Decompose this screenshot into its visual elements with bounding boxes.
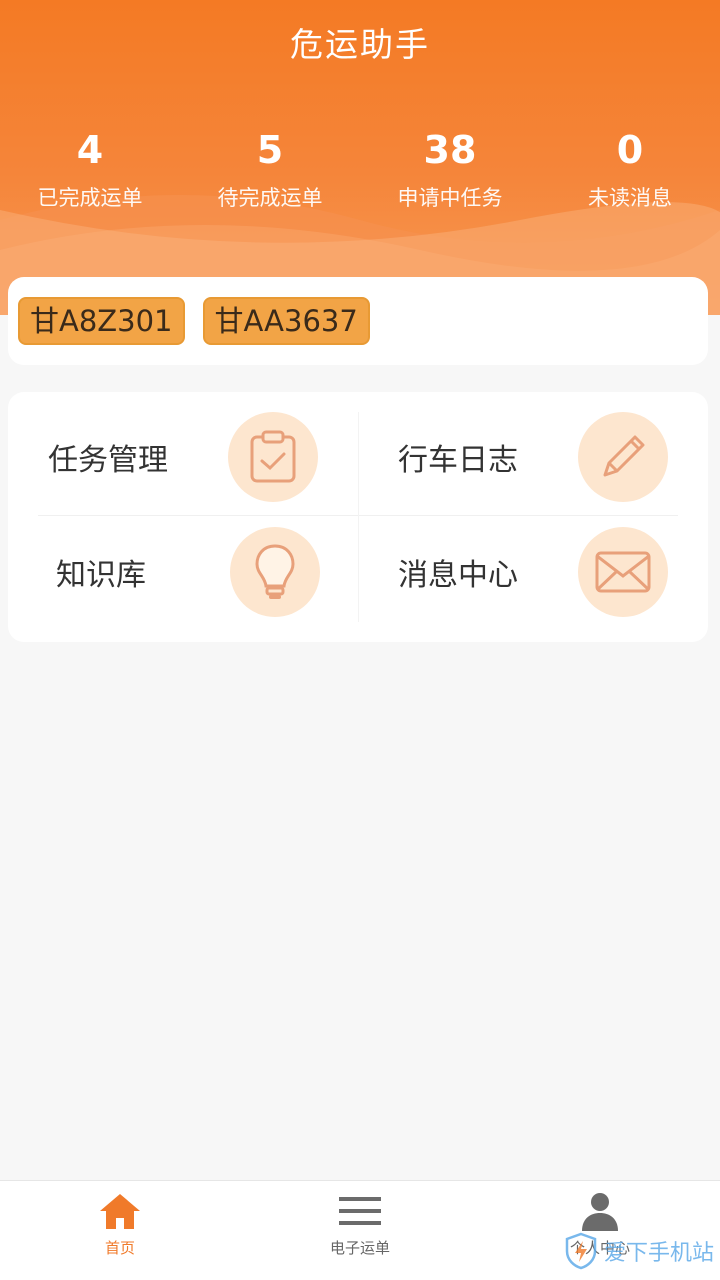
shield-bolt-icon (565, 1232, 597, 1270)
feature-label: 任务管理 (48, 443, 168, 478)
stat-label: 未读消息 (588, 186, 672, 210)
feature-label: 消息中心 (398, 558, 518, 593)
plate-badge[interactable]: 甘A8Z301 (18, 297, 185, 345)
feature-task-management[interactable]: 任务管理 (8, 397, 358, 517)
home-icon (100, 1194, 140, 1229)
feature-grid: 任务管理 行车日志 知识库 消息中心 (8, 392, 708, 642)
feature-label: 行车日志 (398, 443, 518, 478)
stat-value: 4 (76, 128, 104, 172)
lightbulb-icon (230, 527, 320, 617)
nav-label: 电子运单 (329, 1239, 390, 1257)
pencil-icon (578, 412, 668, 502)
feature-label: 知识库 (56, 558, 146, 593)
person-icon (582, 1193, 618, 1231)
stats-row: 4 已完成运单 5 待完成运单 38 申请中任务 0 未读消息 (0, 128, 720, 212)
stat-unread-messages[interactable]: 0 未读消息 (540, 128, 720, 212)
nav-item-home[interactable]: 首页 (0, 1181, 240, 1280)
stat-value: 38 (423, 128, 477, 172)
page-title: 危运助手 (290, 25, 430, 64)
stat-completed-orders[interactable]: 4 已完成运单 (0, 128, 180, 212)
feature-driving-log[interactable]: 行车日志 (358, 397, 708, 517)
stat-applying-tasks[interactable]: 38 申请中任务 (360, 128, 540, 212)
watermark-text: 爱下手机站 (603, 1241, 714, 1266)
stat-label: 待完成运单 (217, 186, 323, 210)
plate-badge[interactable]: 甘AA3637 (202, 297, 370, 345)
nav-item-e-waybill[interactable]: 电子运单 (240, 1181, 480, 1280)
feature-message-center[interactable]: 消息中心 (358, 512, 708, 632)
clipboard-check-icon (228, 412, 318, 502)
stat-value: 0 (616, 128, 644, 172)
watermark: 爱下手机站 (564, 1232, 714, 1270)
stat-pending-orders[interactable]: 5 待完成运单 (180, 128, 360, 212)
feature-knowledge-base[interactable]: 知识库 (8, 512, 358, 632)
header: 危运助手 4 已完成运单 5 待完成运单 38 申请中任务 0 未读消息 (0, 0, 720, 315)
nav-label: 首页 (104, 1239, 135, 1257)
menu-lines-icon (339, 1197, 381, 1225)
stat-label: 申请中任务 (397, 186, 503, 210)
envelope-icon (578, 527, 668, 617)
stat-label: 已完成运单 (37, 186, 143, 210)
stat-value: 5 (256, 128, 284, 172)
vehicle-plates-card: 甘A8Z301 甘AA3637 (8, 277, 708, 365)
